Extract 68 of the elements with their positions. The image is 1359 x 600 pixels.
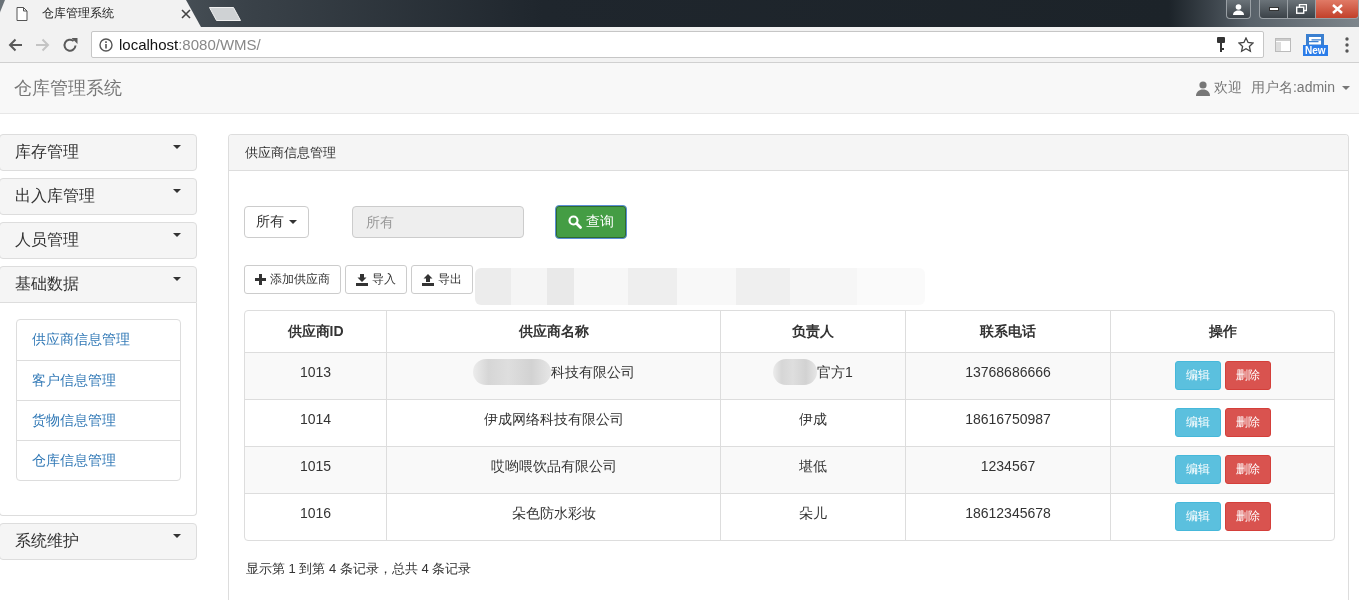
sidebar-section-header[interactable]: 出入库管理 bbox=[0, 178, 197, 215]
panel-title: 供应商信息管理 bbox=[229, 135, 1348, 171]
key-icon[interactable] bbox=[1216, 36, 1226, 53]
table-cell: 1015 bbox=[245, 446, 386, 493]
search-button[interactable]: 查询 bbox=[555, 205, 627, 239]
tray-arrow-down-icon bbox=[356, 273, 368, 286]
table-cell: 朵色防水彩妆 bbox=[386, 493, 720, 540]
column-header: 供应商ID bbox=[286, 321, 345, 341]
sidebar-section-header[interactable]: 库存管理 bbox=[0, 134, 197, 171]
table-cell: 哎哟喂饮品有限公司 bbox=[386, 446, 720, 493]
delete-button[interactable]: 删除 bbox=[1224, 361, 1271, 390]
search-icon bbox=[568, 215, 582, 229]
plus-icon bbox=[255, 274, 266, 285]
person-icon bbox=[1233, 3, 1244, 15]
extension-button[interactable]: New bbox=[1303, 33, 1328, 56]
browser-tab[interactable]: 仓库管理系统 bbox=[0, 0, 201, 27]
delete-button[interactable]: 删除 bbox=[1224, 455, 1271, 484]
new-tab-button[interactable] bbox=[209, 7, 241, 21]
submenu-link[interactable]: 供应商信息管理 bbox=[17, 320, 180, 360]
app-brand[interactable]: 仓库管理系统 bbox=[14, 76, 122, 100]
table-cell: 1013 bbox=[245, 352, 386, 399]
star-icon[interactable] bbox=[1238, 36, 1254, 53]
caret-icon bbox=[173, 189, 181, 193]
toolbar-button[interactable]: 导入 bbox=[345, 265, 407, 294]
submenu-link[interactable]: 仓库信息管理 bbox=[17, 440, 180, 480]
table-cell: 1016 bbox=[245, 493, 386, 540]
cell-text: 官方1 bbox=[817, 363, 853, 382]
url-text: localhost:8080/WMS/ bbox=[119, 36, 261, 53]
delete-button[interactable]: 删除 bbox=[1224, 502, 1271, 531]
table-cell: 1234567 bbox=[905, 446, 1110, 493]
close-icon[interactable] bbox=[181, 8, 191, 19]
caret-icon bbox=[1342, 86, 1350, 90]
address-bar[interactable]: localhost:8080/WMS/ bbox=[91, 31, 1264, 58]
table-cell: 堪低 bbox=[720, 446, 905, 493]
tray-arrow-up-icon bbox=[422, 273, 434, 286]
caret-icon bbox=[289, 220, 297, 224]
page-icon bbox=[16, 6, 28, 21]
delete-button[interactable]: 删除 bbox=[1224, 408, 1271, 437]
cell-text: 科技有限公司 bbox=[550, 363, 635, 382]
user-icon bbox=[1195, 80, 1210, 96]
new-badge: New bbox=[1303, 44, 1328, 56]
toolbar-button[interactable]: 添加供应商 bbox=[244, 265, 341, 294]
sidebar-section-header[interactable]: 人员管理 bbox=[0, 222, 197, 259]
table-cell: 18612345678 bbox=[905, 493, 1110, 540]
close-button[interactable] bbox=[1316, 0, 1359, 19]
caret-icon bbox=[173, 277, 181, 281]
back-arrow-icon[interactable] bbox=[7, 36, 23, 53]
restore-button[interactable] bbox=[1288, 0, 1316, 19]
caret-icon bbox=[173, 534, 181, 538]
profile-button[interactable] bbox=[1226, 0, 1251, 19]
info-icon bbox=[99, 37, 113, 52]
table-cell: 13768686666 bbox=[905, 352, 1110, 399]
close-icon bbox=[1331, 4, 1343, 14]
user-menu[interactable]: 欢迎 用户名:admin bbox=[1195, 79, 1350, 97]
reload-icon[interactable] bbox=[62, 36, 78, 53]
submenu-link[interactable]: 货物信息管理 bbox=[17, 400, 180, 440]
table-cell: 朵儿 bbox=[720, 493, 905, 540]
minimize-button[interactable] bbox=[1259, 0, 1288, 19]
caret-icon bbox=[173, 233, 181, 237]
record-summary: 显示第 1 到第 4 条记录，总共 4 条记录 bbox=[245, 560, 473, 578]
caret-icon bbox=[173, 145, 181, 149]
minimize-icon bbox=[1268, 7, 1279, 11]
toolbar-button[interactable]: 导出 bbox=[411, 265, 473, 294]
sidebar-section-header[interactable]: 系统维护 bbox=[0, 523, 197, 560]
sidebar-section-header[interactable]: 基础数据 bbox=[0, 266, 197, 303]
more-menu-icon[interactable] bbox=[1344, 36, 1349, 53]
restore-icon bbox=[1296, 4, 1307, 14]
submenu-link[interactable]: 客户信息管理 bbox=[17, 360, 180, 400]
